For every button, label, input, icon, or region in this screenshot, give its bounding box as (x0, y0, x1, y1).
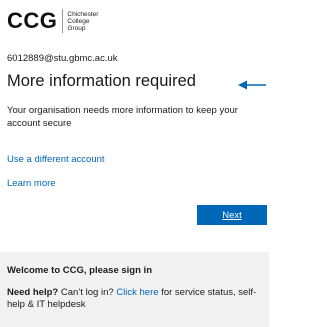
logo-mark: CCG (7, 8, 58, 33)
logo-sub-line2: College (67, 17, 90, 25)
next-button[interactable]: Next (197, 205, 267, 225)
account-email: 6012889@stu.gbmc.ac.uk (7, 53, 118, 64)
footer-help-text: Need help? Can’t log in? Click here for … (7, 287, 262, 311)
footer-panel: Welcome to CCG, please sign in Need help… (0, 252, 269, 327)
sign-in-card: CCG Chichester College Group 6012889@stu… (0, 0, 269, 240)
logo-sub-line1: Chichester (67, 10, 99, 18)
logo-divider (62, 9, 64, 33)
logo-sub-line3: Group (67, 24, 86, 32)
ccg-logo: CCG Chichester College Group (7, 9, 98, 33)
arrow-left-icon (238, 80, 266, 90)
page-title: More information required (7, 72, 196, 90)
help-text-before: Can’t log in? (58, 287, 117, 298)
footer-welcome: Welcome to CCG, please sign in (7, 265, 152, 276)
logo-subtitle: Chichester College Group (67, 11, 98, 32)
help-heading: Need help? (7, 287, 59, 298)
info-description: Your organisation needs more information… (7, 105, 238, 129)
learn-more-link[interactable]: Learn more (7, 178, 56, 189)
use-different-account-link[interactable]: Use a different account (7, 154, 105, 165)
click-here-link[interactable]: Click here (116, 287, 158, 298)
